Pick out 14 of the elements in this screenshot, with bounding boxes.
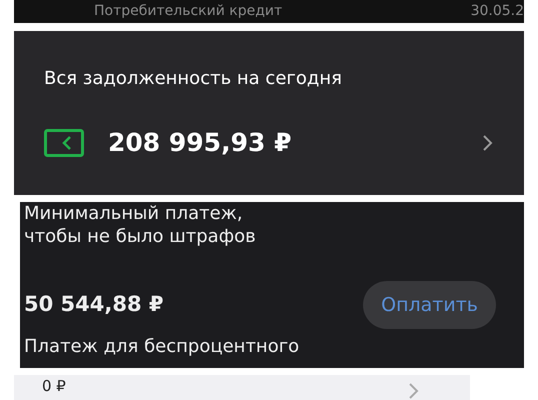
payment-title: Минимальный платеж, чтобы не было штрафов xyxy=(24,202,257,249)
debt-title: Вся задолженность на сегодня xyxy=(44,67,343,91)
product-name: Потребительский кредит xyxy=(94,4,282,21)
payment-amount: 50 544,88 ₽ xyxy=(24,291,164,318)
pay-button[interactable]: Оплатить xyxy=(363,280,496,329)
date-text: 30.05.2 xyxy=(470,4,524,21)
debt-amount: 208 995,93 ₽ xyxy=(108,127,292,159)
list-row[interactable]: 0 ₽ xyxy=(14,375,470,400)
chevron-icon xyxy=(482,134,494,152)
debt-card[interactable]: Вся задолженность на сегодня 208 995,93 ₽ xyxy=(14,31,524,195)
chevron-icon xyxy=(408,382,420,400)
row-amount: 0 ₽ xyxy=(42,379,66,394)
wallet-icon xyxy=(44,128,84,157)
payment-subtitle: Платеж для беспроцентного xyxy=(24,335,300,359)
